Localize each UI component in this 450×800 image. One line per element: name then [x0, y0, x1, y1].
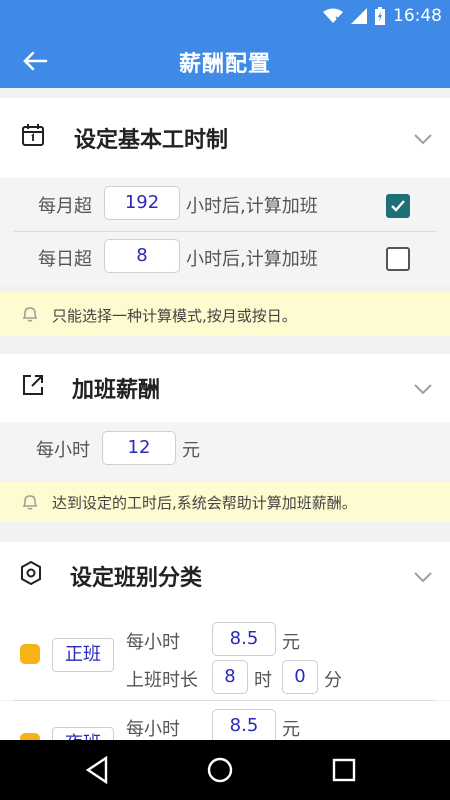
monthly-suffix: 小时后,计算加班 [186, 196, 318, 217]
money-bag-icon [20, 644, 40, 664]
section-title: 设定基本工时制 [74, 128, 229, 153]
notice-overtime-pay: 达到设定的工时后,系统会帮助计算加班薪酬。 [0, 482, 450, 522]
unit-label: 元 [282, 632, 300, 653]
settings-hexagon-icon [21, 560, 41, 586]
money-bag-icon [20, 733, 40, 740]
section-work-system[interactable]: 设定基本工时制 [0, 98, 450, 178]
chevron-down-icon[interactable] [410, 126, 436, 152]
monthly-row: 每月超 192 小时后,计算加班 [0, 178, 450, 230]
section-title: 加班薪酬 [72, 378, 161, 403]
shift-item[interactable]: 夜班 每小时 8.5 元 [0, 701, 450, 740]
status-time: 16:48 [393, 6, 442, 26]
status-bar: 16:48 [0, 0, 450, 34]
shift-rate-input[interactable]: 8.5 [212, 709, 276, 740]
monthly-checkbox[interactable] [386, 194, 410, 218]
unit-label: 元 [282, 719, 300, 740]
battery-icon [375, 7, 385, 25]
per-hour-label: 每小时 [126, 632, 180, 653]
signal-icon [351, 8, 367, 24]
calendar-icon [22, 124, 44, 146]
home-circle-icon[interactable] [204, 754, 236, 786]
page-title: 薪酬配置 [178, 52, 271, 77]
notice-work-system: 只能选择一种计算模式,按月或按日。 [0, 292, 450, 336]
system-nav-bar [0, 740, 450, 800]
monthly-prefix: 每月超 [38, 196, 92, 217]
back-triangle-icon[interactable] [82, 754, 114, 786]
daily-checkbox[interactable] [386, 247, 410, 271]
chevron-down-icon[interactable] [410, 564, 436, 590]
hours-unit: 时 [254, 670, 272, 691]
bell-icon [22, 495, 38, 510]
per-hour-label: 每小时 [126, 719, 180, 740]
notice-text: 达到设定的工时后,系统会帮助计算加班薪酬。 [52, 494, 357, 512]
daily-row: 每日超 8 小时后,计算加班 [0, 232, 450, 284]
daily-prefix: 每日超 [38, 249, 92, 270]
daily-suffix: 小时后,计算加班 [186, 249, 318, 270]
shift-rate-input[interactable]: 8.5 [212, 622, 276, 656]
recents-square-icon[interactable] [328, 754, 360, 786]
overtime-rate-row: 每小时 12 元 [0, 422, 450, 478]
daily-hours-input[interactable]: 8 [104, 239, 180, 273]
unit-label: 元 [182, 440, 200, 461]
shift-name-tag[interactable]: 正班 [52, 638, 114, 672]
bell-icon [22, 307, 38, 322]
minutes-unit: 分 [324, 670, 342, 691]
wifi-icon [323, 8, 343, 23]
monthly-hours-input[interactable]: 192 [104, 186, 180, 220]
external-link-icon [23, 375, 43, 395]
section-shift-types[interactable]: 设定班别分类 [0, 542, 450, 606]
chevron-down-icon[interactable] [410, 376, 436, 402]
content: 设定基本工时制 每月超 192 小时后,计算加班 每日超 8 小时后,计算加班 … [0, 88, 450, 740]
section-title: 设定班别分类 [70, 566, 203, 591]
shift-item[interactable]: 正班 每小时 8.5 元 上班时长 8 时 0 分 [0, 606, 450, 700]
shift-name-tag[interactable]: 夜班 [52, 727, 114, 740]
per-hour-label: 每小时 [36, 440, 90, 461]
checkmark-icon [391, 200, 405, 212]
notice-text: 只能选择一种计算模式,按月或按日。 [52, 307, 297, 325]
shift-hours-input[interactable]: 8 [212, 660, 248, 694]
duration-label: 上班时长 [126, 670, 198, 691]
overtime-rate-input[interactable]: 12 [102, 431, 176, 465]
app-bar: 薪酬配置 [0, 34, 450, 88]
section-overtime-pay[interactable]: 加班薪酬 [0, 354, 450, 422]
shift-minutes-input[interactable]: 0 [282, 660, 318, 694]
